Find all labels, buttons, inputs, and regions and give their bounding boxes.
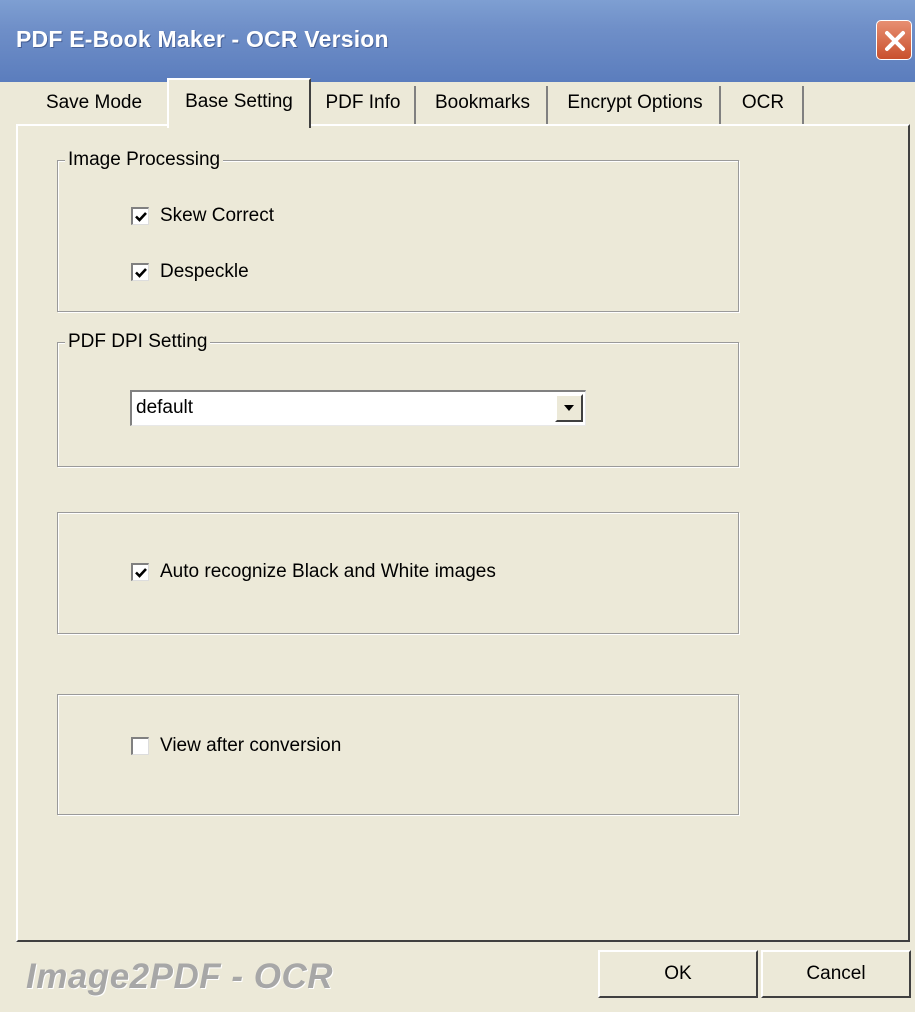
- brand-logo-text: Image2PDF - OCR: [26, 957, 333, 996]
- tab-separator: [414, 86, 416, 124]
- checkmark-icon: [135, 268, 147, 278]
- despeckle-option[interactable]: Despeckle: [131, 259, 249, 285]
- checkmark-icon: [135, 568, 147, 578]
- close-icon: [885, 31, 905, 51]
- tab-separator: [719, 86, 721, 124]
- title-bar: PDF E-Book Maker - OCR Version: [0, 0, 915, 82]
- tab-separator: [546, 86, 548, 124]
- ok-button[interactable]: OK: [598, 950, 758, 998]
- auto-recognize-label: Auto recognize Black and White images: [160, 561, 496, 582]
- image-processing-group: Image Processing Skew Correct Despeckle: [57, 147, 739, 312]
- checkmark-icon: [135, 212, 147, 222]
- dpi-select[interactable]: default: [130, 390, 586, 426]
- auto-recognize-option[interactable]: Auto recognize Black and White images: [131, 559, 496, 585]
- view-after-group: View after conversion: [57, 694, 739, 815]
- tab-separator: [802, 86, 804, 124]
- window-title: PDF E-Book Maker - OCR Version: [16, 26, 389, 52]
- skew-correct-option[interactable]: Skew Correct: [131, 203, 274, 229]
- despeckle-checkbox[interactable]: [131, 263, 149, 281]
- tab-base-setting[interactable]: Base Setting: [167, 78, 311, 128]
- skew-correct-checkbox[interactable]: [131, 207, 149, 225]
- dpi-select-value: default: [136, 397, 194, 418]
- pdf-dpi-setting-legend: PDF DPI Setting: [65, 329, 211, 355]
- dpi-dropdown-button[interactable]: [555, 394, 583, 422]
- pdf-dpi-setting-group: PDF DPI Setting default: [57, 329, 739, 467]
- chevron-down-icon: [564, 405, 574, 411]
- image-processing-legend: Image Processing: [65, 147, 224, 173]
- view-after-label: View after conversion: [160, 735, 342, 756]
- tab-save-mode[interactable]: Save Mode: [30, 83, 158, 125]
- skew-correct-label: Skew Correct: [160, 205, 275, 226]
- cancel-button[interactable]: Cancel: [761, 950, 911, 998]
- auto-recognize-group: Auto recognize Black and White images: [57, 512, 739, 634]
- despeckle-label: Despeckle: [160, 261, 249, 282]
- tab-pdf-info[interactable]: PDF Info: [314, 83, 412, 125]
- tab-bookmarks[interactable]: Bookmarks: [419, 83, 546, 125]
- auto-recognize-checkbox[interactable]: [131, 563, 149, 581]
- view-after-checkbox[interactable]: [131, 737, 149, 755]
- tab-panel-base-setting: Image Processing Skew Correct Despeckle …: [16, 124, 910, 942]
- tab-ocr[interactable]: OCR: [724, 83, 802, 125]
- tab-encrypt-options[interactable]: Encrypt Options: [551, 83, 719, 125]
- view-after-option[interactable]: View after conversion: [131, 733, 341, 759]
- close-button[interactable]: [876, 20, 912, 60]
